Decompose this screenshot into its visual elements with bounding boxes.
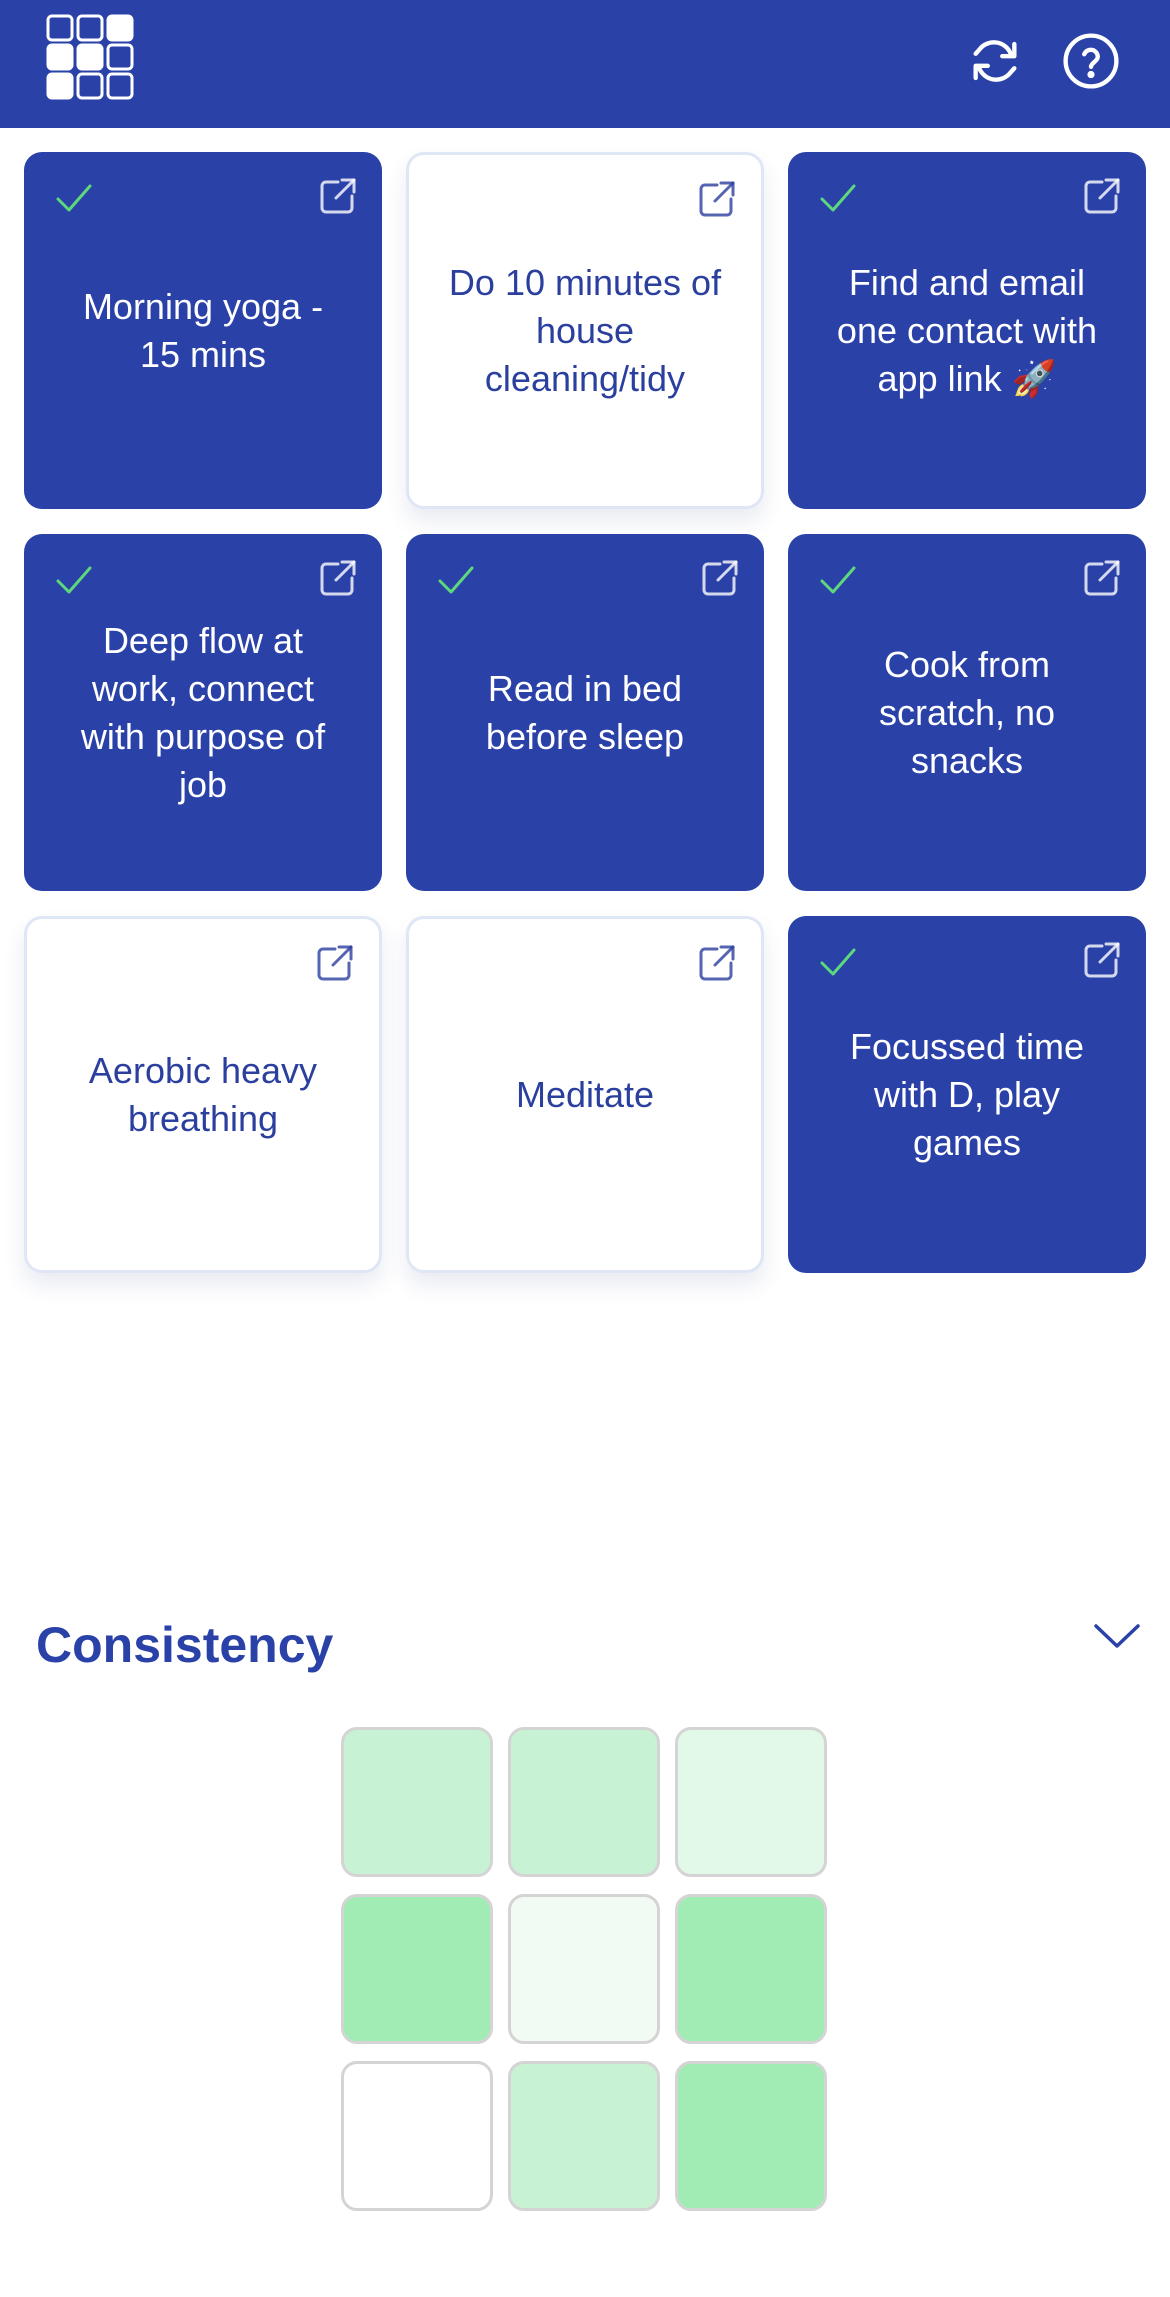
task-card[interactable]: Read in bed before sleep (406, 534, 764, 891)
checkmark-icon (820, 566, 856, 594)
consistency-cell (675, 2061, 827, 2211)
app-header (0, 0, 1170, 128)
consistency-title: Consistency (36, 1617, 334, 1673)
task-card[interactable]: Do 10 minutes of house cleaning/tidy (406, 152, 764, 509)
consistency-cell (508, 1727, 660, 1877)
task-card[interactable]: Morning yoga - 15 mins (24, 152, 382, 509)
checkmark-icon (820, 948, 856, 976)
open-external-icon[interactable] (1080, 556, 1124, 600)
open-external-icon[interactable] (313, 941, 357, 985)
consistency-cell (341, 1727, 493, 1877)
consistency-cell (675, 1894, 827, 2044)
open-external-icon[interactable] (695, 177, 739, 221)
task-label: Find and email one contact with app link… (836, 261, 1098, 399)
consistency-cell (675, 1727, 827, 1877)
task-label: Do 10 minutes of house cleaning/tidy (448, 261, 722, 399)
help-circle-icon[interactable] (1062, 32, 1120, 90)
open-external-icon[interactable] (316, 174, 360, 218)
refresh-icon[interactable] (966, 32, 1024, 90)
chevron-down-icon[interactable] (1092, 1618, 1142, 1658)
task-label: Meditate (515, 1073, 655, 1115)
consistency-cell (508, 1894, 660, 2044)
open-external-icon[interactable] (1080, 938, 1124, 982)
grid-logo-icon[interactable] (46, 14, 134, 100)
task-card[interactable]: Deep flow at work, connect with purpose … (24, 534, 382, 891)
task-card[interactable]: Find and email one contact with app link… (788, 152, 1146, 509)
task-label: Deep flow at work, connect with purpose … (80, 619, 326, 805)
consistency-cell (341, 1894, 493, 2044)
open-external-icon[interactable] (698, 556, 742, 600)
checkmark-icon (820, 184, 856, 212)
task-card[interactable]: Cook from scratch, no snacks (788, 534, 1146, 891)
checkmark-icon (56, 566, 92, 594)
checkmark-icon (438, 566, 474, 594)
task-label: Morning yoga - 15 mins (82, 285, 324, 375)
task-card[interactable]: Aerobic heavy breathing (24, 916, 382, 1273)
open-external-icon[interactable] (316, 556, 360, 600)
open-external-icon[interactable] (1080, 174, 1124, 218)
task-label: Read in bed before sleep (485, 667, 685, 757)
task-label: Aerobic heavy breathing (88, 1049, 318, 1139)
open-external-icon[interactable] (695, 941, 739, 985)
task-card[interactable]: Focussed time with D, play games (788, 916, 1146, 1273)
consistency-cell (508, 2061, 660, 2211)
consistency-cell (341, 2061, 493, 2211)
checkmark-icon (56, 184, 92, 212)
task-label: Focussed time with D, play games (849, 1025, 1085, 1163)
task-label: Cook from scratch, no snacks (878, 643, 1056, 781)
task-card[interactable]: Meditate (406, 916, 764, 1273)
